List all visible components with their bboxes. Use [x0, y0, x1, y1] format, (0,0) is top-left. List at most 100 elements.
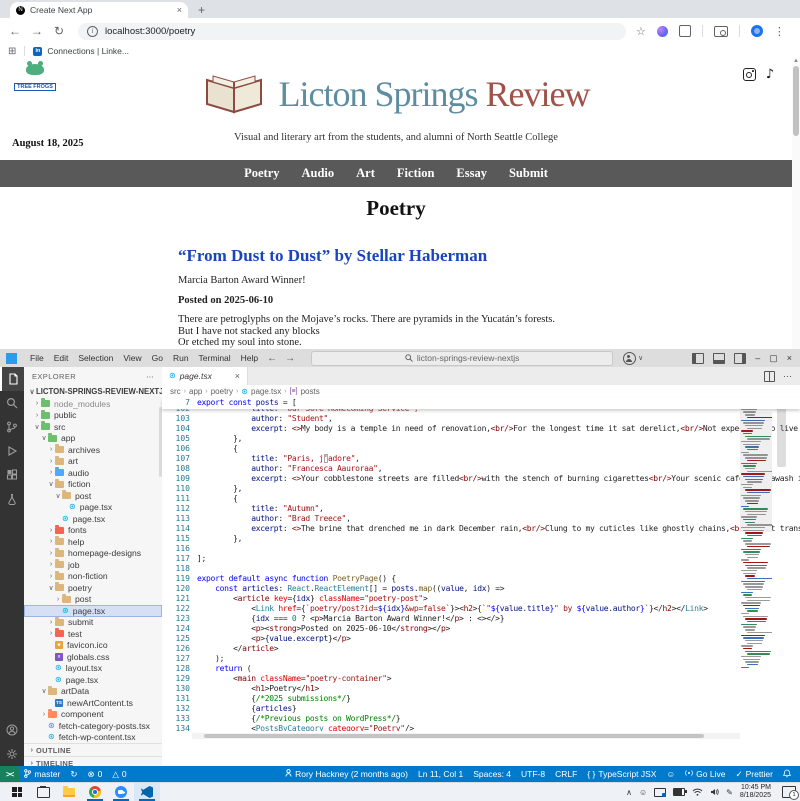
bookmark-item[interactable]: Connections | Linke... — [47, 46, 129, 56]
testing-icon[interactable] — [0, 487, 24, 511]
scroll-up-icon[interactable]: ▲ — [792, 58, 800, 64]
code-line[interactable]: 129 <main className="poetry-container"> — [162, 674, 800, 684]
tree-item-art[interactable]: ›art — [24, 456, 162, 468]
notification-icon[interactable]: 1 — [782, 786, 796, 798]
minimize-icon[interactable]: – — [755, 353, 760, 363]
forward-icon[interactable]: → — [26, 24, 48, 38]
nav-link-art[interactable]: Art — [356, 166, 375, 181]
breadcrumb-item-app[interactable]: app — [189, 387, 202, 396]
tree-item-page.tsx[interactable]: ⊛page.tsx — [24, 674, 162, 686]
panel-timeline[interactable]: ›TIMELINE — [24, 756, 162, 766]
new-tab-button[interactable]: + — [198, 3, 205, 17]
code-line[interactable]: 111 { — [162, 494, 800, 504]
tree-item-fetch-category-posts.tsx[interactable]: ⊛fetch-category-posts.tsx — [24, 720, 162, 732]
breadcrumb-item-posts[interactable]: posts — [301, 387, 320, 396]
tree-item-fetch-wp-content.tsx[interactable]: ⊛fetch-wp-content.tsx — [24, 732, 162, 744]
nav-link-poetry[interactable]: Poetry — [244, 166, 279, 181]
wifi-icon[interactable] — [692, 788, 703, 796]
code-line[interactable]: 118 — [162, 564, 800, 574]
status-prettier[interactable]: ✓Prettier — [730, 769, 778, 780]
minimap-viewport[interactable] — [740, 412, 772, 532]
code-line[interactable]: 7export const posts = [ — [162, 398, 296, 408]
status-spaces-4[interactable]: Spaces: 4 — [468, 769, 516, 779]
workspace-root[interactable]: ∨LICTON-SPRINGS-REVIEW-NEXTJS — [24, 385, 162, 398]
bookmark-star-icon[interactable]: ☆ — [636, 25, 646, 38]
code-line[interactable]: 103 author: "Student", — [162, 414, 800, 424]
status-bell[interactable] — [778, 769, 796, 780]
code-line[interactable]: 106 { — [162, 444, 800, 454]
status-smile[interactable]: ☺ — [661, 769, 680, 779]
tray-display-icon[interactable] — [654, 788, 666, 797]
explorer-icon[interactable] — [0, 367, 24, 391]
code-line[interactable]: 133 {/*Previous posts on WordPress*/} — [162, 714, 800, 724]
tree-item-component[interactable]: ›component — [24, 709, 162, 721]
nav-forward-icon[interactable]: → — [281, 353, 299, 364]
browser-tab[interactable]: N Create Next App × — [10, 2, 188, 18]
nav-link-submit[interactable]: Submit — [509, 166, 548, 181]
file-explorer-icon[interactable] — [56, 783, 82, 801]
code-line[interactable]: 115 }, — [162, 534, 800, 544]
battery-icon[interactable] — [673, 788, 685, 796]
scrollbar-thumb[interactable] — [793, 66, 799, 136]
tree-item-layout.tsx[interactable]: ⊛layout.tsx — [24, 663, 162, 675]
nav-back-icon[interactable]: ← — [263, 353, 281, 364]
tree-item-help[interactable]: ›help — [24, 536, 162, 548]
status-0[interactable]: △0 — [107, 769, 131, 780]
apps-grid-icon[interactable]: ⊞ — [8, 46, 16, 57]
code-line[interactable]: 110 }, — [162, 484, 800, 494]
menu-edit[interactable]: Edit — [49, 353, 74, 363]
tree-item-src[interactable]: ∨src — [24, 421, 162, 433]
tree-item-public[interactable]: ›public — [24, 410, 162, 422]
account-icon[interactable] — [0, 718, 24, 742]
status-0[interactable]: ⊗0 — [82, 769, 107, 780]
tree-item-globals.css[interactable]: #globals.css — [24, 651, 162, 663]
tree-item-page.tsx[interactable]: ⊛page.tsx — [24, 605, 162, 617]
code-line[interactable]: 120 const articles: React.ReactElement[]… — [162, 584, 800, 594]
command-search-box[interactable]: licton-springs-review-nextjs — [311, 351, 613, 366]
menu-help[interactable]: Help — [236, 353, 263, 363]
account-icon[interactable] — [623, 352, 636, 365]
tree-item-page.tsx[interactable]: ⊛page.tsx — [24, 502, 162, 514]
site-info-icon[interactable]: i — [87, 26, 98, 37]
menu-terminal[interactable]: Terminal — [194, 353, 236, 363]
horizontal-scrollbar[interactable] — [192, 733, 740, 739]
tree-item-poetry[interactable]: ∨poetry — [24, 582, 162, 594]
code-line[interactable]: 108 author: "Francesca Aauroraa", — [162, 464, 800, 474]
toggle-panel-icon[interactable] — [713, 353, 725, 364]
extensions-icon[interactable] — [679, 25, 691, 37]
profile-avatar[interactable] — [751, 25, 763, 37]
status-crlf[interactable]: CRLF — [550, 769, 582, 779]
editor-tab[interactable]: ⊛ page.tsx × — [162, 367, 248, 385]
code-line[interactable]: 104 excerpt: <>My body is a temple in ne… — [162, 424, 800, 434]
nav-link-audio[interactable]: Audio — [302, 166, 335, 181]
code-line[interactable]: 114 excerpt: <>The brine that drenched m… — [162, 524, 800, 534]
editor-more-icon[interactable]: ⋯ — [783, 371, 792, 382]
code-line[interactable]: 117]; — [162, 554, 800, 564]
tab-close-icon[interactable]: × — [177, 6, 182, 15]
tab-close-icon[interactable]: × — [235, 372, 240, 381]
clipped-code-line[interactable]: 102 title: "Our Sore Homecoming Service"… — [162, 409, 800, 414]
tray-expand-icon[interactable]: ∧ — [626, 788, 632, 797]
back-icon[interactable]: ← — [4, 24, 26, 38]
status-go-live[interactable]: Go Live — [680, 769, 730, 779]
code-line[interactable]: 126 </article> — [162, 644, 800, 654]
browser-scrollbar[interactable]: ▲ — [792, 58, 800, 349]
tree-item-homepage-designs[interactable]: ›homepage-designs — [24, 548, 162, 560]
maximize-icon[interactable]: ▢ — [769, 353, 778, 364]
menu-go[interactable]: Go — [147, 353, 168, 363]
menu-run[interactable]: Run — [168, 353, 194, 363]
task-view-button[interactable] — [30, 783, 56, 801]
toggle-sidebar-icon[interactable] — [692, 353, 704, 364]
extension-gradient-icon[interactable] — [657, 26, 668, 37]
extensions-icon[interactable] — [0, 463, 24, 487]
explorer-more-icon[interactable]: ⋯ — [146, 372, 154, 381]
tree-item-fiction[interactable]: ∨fiction — [24, 479, 162, 491]
tree-item-favicon.ico[interactable]: ★favicon.ico — [24, 640, 162, 652]
tree-item-newArtContent.ts[interactable]: TSnewArtContent.ts — [24, 697, 162, 709]
split-editor-icon[interactable] — [764, 371, 775, 382]
start-button[interactable] — [4, 783, 30, 801]
remote-indicator[interactable]: >< — [0, 766, 19, 782]
code-line[interactable]: 124 <p><strong>Posted on 2025-06-10</str… — [162, 624, 800, 634]
nav-link-fiction[interactable]: Fiction — [397, 166, 435, 181]
speaker-icon[interactable] — [710, 788, 719, 796]
